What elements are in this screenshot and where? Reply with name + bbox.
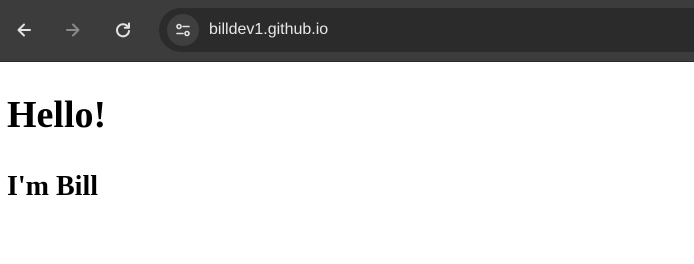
forward-button[interactable] xyxy=(57,14,89,46)
site-info-button[interactable] xyxy=(167,14,199,46)
forward-arrow-icon xyxy=(66,23,80,37)
url-text[interactable]: billdev1.github.io xyxy=(209,19,328,41)
page-subheading: I'm Bill xyxy=(7,171,99,202)
reload-icon xyxy=(116,22,130,38)
page-heading: Hello! xyxy=(7,94,107,136)
site-settings-icon xyxy=(176,23,190,37)
browser-toolbar: billdev1.github.io xyxy=(0,0,694,62)
address-bar[interactable]: billdev1.github.io xyxy=(159,8,694,52)
back-button[interactable] xyxy=(8,14,40,46)
reload-button[interactable] xyxy=(107,14,139,46)
back-arrow-icon xyxy=(17,23,31,37)
page-content: Hello! I'm Bill xyxy=(0,62,694,264)
